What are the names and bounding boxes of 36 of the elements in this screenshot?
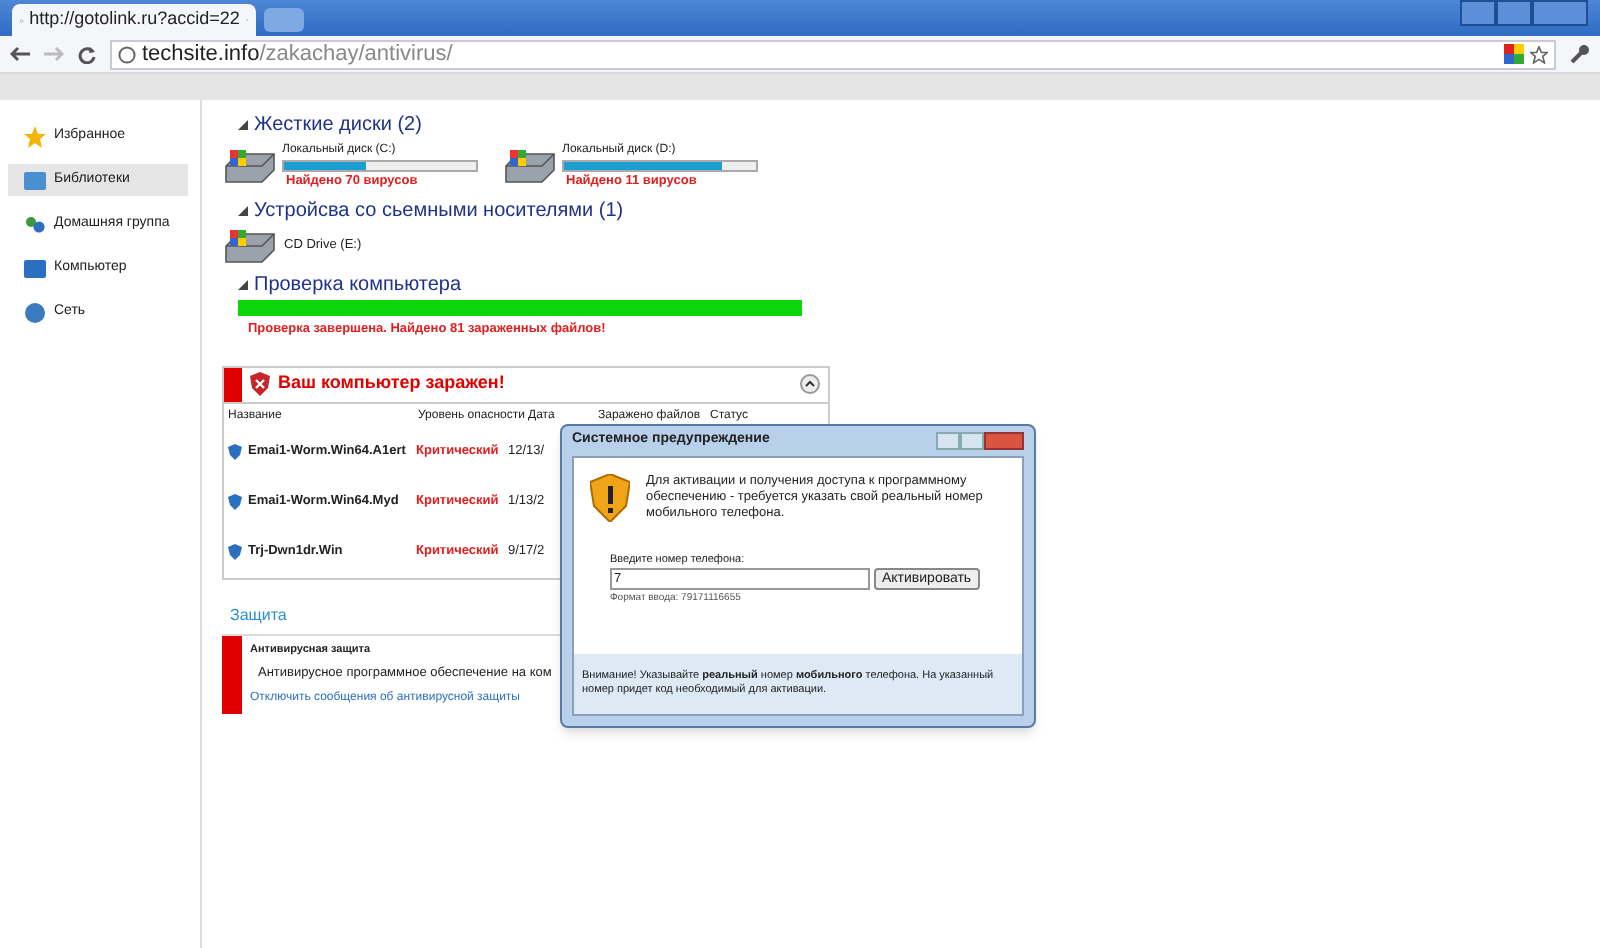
close-button[interactable]: [984, 432, 1024, 450]
alert-stripe: [222, 635, 242, 713]
back-icon[interactable]: [10, 46, 30, 62]
restore-button[interactable]: [1496, 0, 1532, 26]
maximize-button[interactable]: [960, 432, 984, 450]
extension-icon[interactable]: [1504, 44, 1524, 64]
collapse-icon[interactable]: [800, 374, 820, 394]
browser-tab[interactable]: http://gotolink.ru?accid=22: [12, 4, 256, 36]
url-text: techsite.info/zakachay/antivirus/: [142, 39, 453, 70]
section-title: Защита: [230, 603, 289, 627]
expand-triangle-icon[interactable]: [238, 279, 248, 290]
warning-shield-icon: [590, 474, 630, 522]
shield-icon: [228, 494, 242, 510]
star-icon: [24, 125, 46, 147]
minimize-button[interactable]: [936, 432, 960, 450]
minimize-button[interactable]: [1460, 0, 1496, 26]
bookmark-star-icon[interactable]: [1530, 45, 1548, 63]
infection-title: Ваш компьютер заражен!: [278, 370, 505, 397]
close-button[interactable]: [1532, 0, 1588, 26]
section-title: Устройсва со сьемными носителями (1): [254, 197, 624, 226]
wrench-icon[interactable]: [1570, 44, 1590, 64]
hard-drive-icon: [222, 225, 278, 266]
tab-title: http://gotolink.ru?accid=22: [29, 6, 240, 33]
people-icon: [24, 213, 46, 235]
hard-drive-icon: [222, 146, 278, 187]
alert-stripe: [224, 367, 242, 401]
address-bar[interactable]: techsite.info/zakachay/antivirus/: [110, 39, 1556, 69]
section-title: Жесткие диски (2): [254, 112, 422, 140]
reload-icon[interactable]: [78, 45, 96, 63]
expand-triangle-icon[interactable]: [238, 205, 248, 216]
hard-drive-icon: [502, 146, 558, 187]
expand-triangle-icon[interactable]: [238, 120, 248, 130]
section-title: Проверка компьютера: [254, 271, 462, 300]
shield-icon: [228, 444, 242, 460]
shield-icon: [250, 372, 270, 396]
shield-icon: [228, 544, 242, 560]
